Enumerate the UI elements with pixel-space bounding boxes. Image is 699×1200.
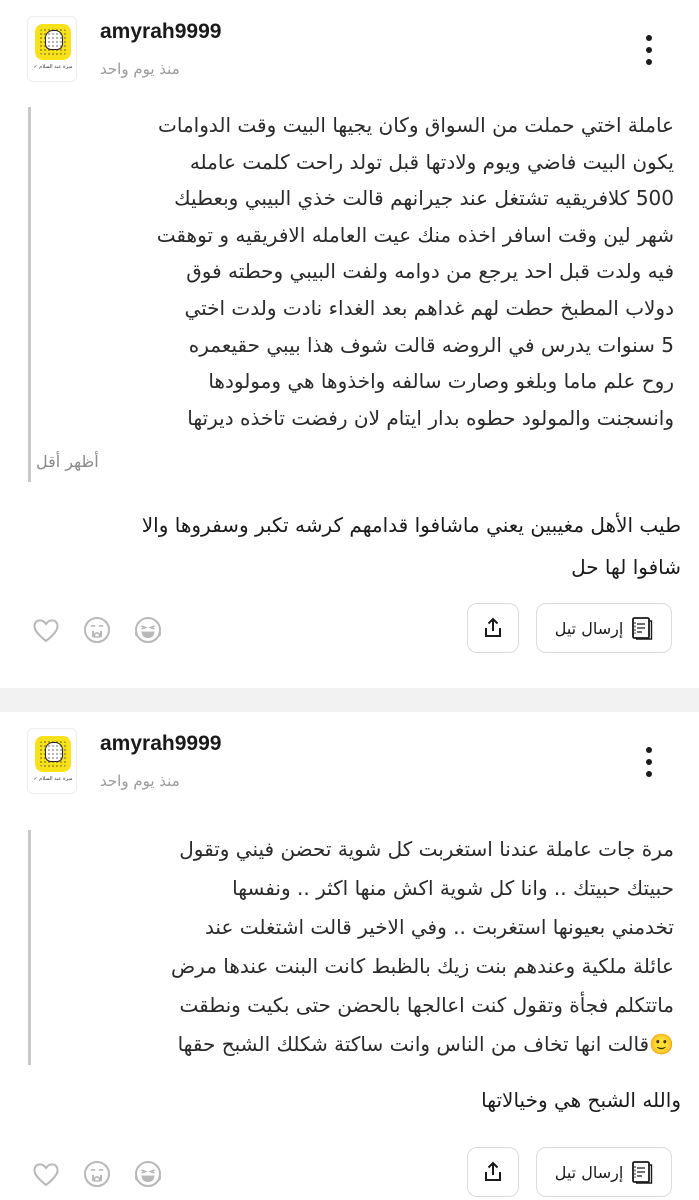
more-vertical-icon-dot (646, 59, 652, 65)
action-bar: إرسال تيل (0, 1146, 699, 1198)
comment-card: ميرة عبد السلام ✓ amyrah9999 منذ يوم واح… (0, 712, 699, 1200)
avatar[interactable]: ميرة عبد السلام ✓ (27, 16, 77, 82)
more-options-button[interactable] (634, 30, 664, 70)
quoted-post: مرة جات عاملة عندنا استغربت كل شوية تحضن… (28, 830, 680, 1065)
quoted-post-text: عاملة اختي حملت من السواق وكان يجيها الب… (156, 113, 674, 430)
tell-book-icon (632, 1161, 653, 1184)
quoted-post-text: مرة جات عاملة عندنا استغربت كل شوية تحضن… (171, 837, 674, 1056)
laughing-face-icon[interactable] (133, 615, 163, 645)
show-less-link[interactable]: أظهر أقل (36, 452, 99, 471)
snapcode-image (35, 24, 71, 60)
share-icon (485, 617, 501, 637)
send-tell-button[interactable]: إرسال تيل (536, 1147, 672, 1197)
crying-face-icon[interactable] (82, 615, 112, 645)
send-tell-button[interactable]: إرسال تيل (536, 603, 672, 653)
tell-book-icon (632, 617, 653, 640)
username[interactable]: amyrah9999 (100, 732, 221, 756)
quoted-post: عاملة اختي حملت من السواق وكان يجيها الب… (28, 107, 680, 482)
avatar-caption: ميرة عبد السلام ✓ (33, 64, 73, 70)
heart-outline-icon[interactable] (31, 615, 61, 645)
timestamp: منذ يوم واحد (100, 772, 180, 790)
more-options-button[interactable] (634, 742, 664, 782)
avatar-caption: ميرة عبد السلام ✓ (33, 776, 73, 782)
send-tell-label: إرسال تيل (554, 618, 624, 638)
heart-outline-icon[interactable] (31, 1159, 61, 1189)
reply-text: طيب الأهل مغيبين يعني ماشافوا قدامهم كرش… (141, 513, 681, 579)
crying-face-icon[interactable] (82, 1159, 112, 1189)
more-vertical-icon-dot (646, 771, 652, 777)
comment-card: ميرة عبد السلام ✓ amyrah9999 منذ يوم واح… (0, 0, 699, 688)
action-bar: إرسال تيل (0, 602, 699, 654)
reply-text: والله الشبح هي وخيالاتها (481, 1088, 681, 1112)
more-vertical-icon (646, 35, 652, 41)
share-button[interactable] (467, 603, 519, 653)
send-tell-label: إرسال تيل (554, 1162, 624, 1182)
share-icon (485, 1161, 501, 1181)
more-vertical-icon-dot (646, 759, 652, 765)
more-vertical-icon (646, 747, 652, 753)
laughing-face-icon[interactable] (133, 1159, 163, 1189)
more-vertical-icon-dot (646, 47, 652, 53)
username[interactable]: amyrah9999 (100, 20, 221, 44)
share-button[interactable] (467, 1147, 519, 1197)
snapcode-image (35, 736, 71, 772)
timestamp: منذ يوم واحد (100, 60, 180, 78)
avatar[interactable]: ميرة عبد السلام ✓ (27, 728, 77, 794)
posts-separator (0, 688, 699, 712)
